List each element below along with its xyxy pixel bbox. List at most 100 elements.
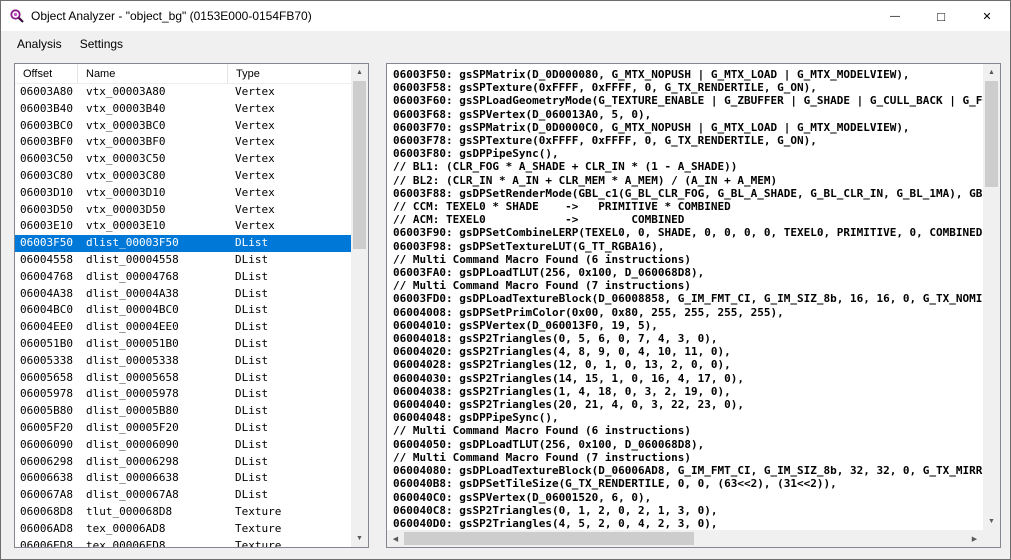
table-row[interactable]: 06003A80vtx_00003A80Vertex [15,84,351,101]
scroll-down-icon[interactable]: ▼ [983,513,1000,530]
cell-offset: 060067A8 [15,487,78,504]
titlebar[interactable]: Object Analyzer - "object_bg" (0153E000-… [1,1,1010,31]
table-row[interactable]: 06003F50dlist_00003F50DList [15,235,351,252]
cell-type: DList [228,420,351,437]
object-analyzer-window: Object Analyzer - "object_bg" (0153E000-… [0,0,1011,560]
cell-type: Vertex [228,118,351,135]
table-row[interactable]: 06003BF0vtx_00003BF0Vertex [15,134,351,151]
table-row[interactable]: 06003E10vtx_00003E10Vertex [15,218,351,235]
code-line: 06003FA0: gsDPLoadTLUT(256, 0x100, D_060… [393,266,983,279]
table-row[interactable]: 06004EE0dlist_00004EE0DList [15,319,351,336]
code-line: // Multi Command Macro Found (7 instruct… [393,451,983,464]
menu-settings[interactable]: Settings [71,31,132,57]
code-line: // CCM: TEXEL0 * SHADE -> PRIMITIVE * CO… [393,200,983,213]
cell-type: DList [228,252,351,269]
cell-name: vtx_00003A80 [78,84,228,101]
cell-offset: 06005F20 [15,420,78,437]
cell-name: tlut_000068D8 [78,504,228,521]
code-horizontal-scrollbar[interactable]: ◀ ▶ [387,530,983,547]
cell-offset: 06004BC0 [15,302,78,319]
scroll-down-icon[interactable]: ▼ [351,530,368,547]
scrollbar-thumb[interactable] [985,81,998,187]
cell-name: dlist_00006298 [78,454,228,471]
cell-type: DList [228,437,351,454]
cell-offset: 06006090 [15,437,78,454]
code-line: 060040D0: gsSP2Triangles(4, 5, 2, 0, 4, … [393,517,983,530]
cell-type: Texture [228,504,351,521]
table-row[interactable]: 06005338dlist_00005338DList [15,353,351,370]
column-header-offset[interactable]: Offset [15,64,78,83]
cell-type: DList [228,286,351,303]
scroll-up-icon[interactable]: ▲ [351,64,368,81]
table-row[interactable]: 06003C80vtx_00003C80Vertex [15,168,351,185]
table-row[interactable]: 060068D8tlut_000068D8Texture [15,504,351,521]
column-header-type[interactable]: Type [228,64,351,83]
cell-type: Vertex [228,84,351,101]
cell-type: DList [228,336,351,353]
table-row[interactable]: 06006AD8tex_00006AD8Texture [15,521,351,538]
scrollbar-thumb[interactable] [353,81,366,249]
scrollbar-thumb[interactable] [404,532,694,545]
cell-offset: 06004558 [15,252,78,269]
code-line: 06003F88: gsDPSetRenderMode(GBL_c1(G_BL_… [393,187,983,200]
cell-name: vtx_00003C80 [78,168,228,185]
code-line: 06004020: gsSP2Triangles(4, 8, 9, 0, 4, … [393,345,983,358]
cell-type: Vertex [228,101,351,118]
table-row[interactable]: 06004BC0dlist_00004BC0DList [15,302,351,319]
code-line: 060040C8: gsSP2Triangles(0, 1, 2, 0, 2, … [393,504,983,517]
cell-name: vtx_00003BF0 [78,134,228,151]
table-row[interactable]: 06005B80dlist_00005B80DList [15,403,351,420]
code-line: 06003FD0: gsDPLoadTextureBlock(D_0600885… [393,292,983,305]
cell-name: tex_00006AD8 [78,521,228,538]
table-row[interactable]: 06003D50vtx_00003D50Vertex [15,202,351,219]
table-row[interactable]: 06004A38dlist_00004A38DList [15,286,351,303]
cell-offset: 06003E10 [15,218,78,235]
scroll-left-icon[interactable]: ◀ [387,530,404,547]
maximize-button[interactable]: □ [918,1,964,31]
table-row[interactable]: 06003D10vtx_00003D10Vertex [15,185,351,202]
cell-offset: 06006638 [15,470,78,487]
cell-type: DList [228,319,351,336]
app-icon [9,8,25,24]
menu-analysis[interactable]: Analysis [8,31,71,57]
cell-offset: 06003B40 [15,101,78,118]
cell-offset: 06003BC0 [15,118,78,135]
table-row[interactable]: 060051B0dlist_000051B0DList [15,336,351,353]
cell-name: dlist_00003F50 [78,235,228,252]
table-row[interactable]: 06004768dlist_00004768DList [15,269,351,286]
code-vertical-scrollbar[interactable]: ▲ ▼ [983,64,1000,530]
table-row[interactable]: 06006090dlist_00006090DList [15,437,351,454]
cell-offset: 06005658 [15,370,78,387]
table-row[interactable]: 06003C50vtx_00003C50Vertex [15,151,351,168]
code-line: // ACM: TEXEL0 -> COMBINED [393,213,983,226]
cell-type: Texture [228,521,351,538]
table-row[interactable]: 06003BC0vtx_00003BC0Vertex [15,118,351,135]
cell-type: DList [228,487,351,504]
table-row[interactable]: 06005978dlist_00005978DList [15,386,351,403]
cell-name: dlist_00005F20 [78,420,228,437]
cell-offset: 06004EE0 [15,319,78,336]
table-row[interactable]: 06006298dlist_00006298DList [15,454,351,471]
code-line: 06004080: gsDPLoadTextureBlock(D_06006AD… [393,464,983,477]
table-row[interactable]: 06004558dlist_00004558DList [15,252,351,269]
cell-offset: 06003F50 [15,235,78,252]
table-row[interactable]: 06005F20dlist_00005F20DList [15,420,351,437]
object-list-vertical-scrollbar[interactable]: ▲ ▼ [351,64,368,547]
close-button[interactable]: ✕ [964,1,1010,31]
minimize-button[interactable]: — [872,1,918,31]
table-row[interactable]: 060067A8dlist_000067A8DList [15,487,351,504]
code-line: 06004040: gsSP2Triangles(20, 21, 4, 0, 3… [393,398,983,411]
cell-name: vtx_00003D50 [78,202,228,219]
table-row[interactable]: 06003B40vtx_00003B40Vertex [15,101,351,118]
column-header-name[interactable]: Name [78,64,228,83]
table-row[interactable]: 06006638dlist_00006638DList [15,470,351,487]
cell-type: DList [228,403,351,420]
cell-name: dlist_00004BC0 [78,302,228,319]
scroll-up-icon[interactable]: ▲ [983,64,1000,81]
table-row[interactable]: 06006ED8tex_00006ED8Texture [15,538,351,547]
cell-offset: 06005978 [15,386,78,403]
menu-bar: Analysis Settings [1,31,1010,57]
table-row[interactable]: 06005658dlist_00005658DList [15,370,351,387]
cell-name: dlist_00006638 [78,470,228,487]
scroll-right-icon[interactable]: ▶ [966,530,983,547]
